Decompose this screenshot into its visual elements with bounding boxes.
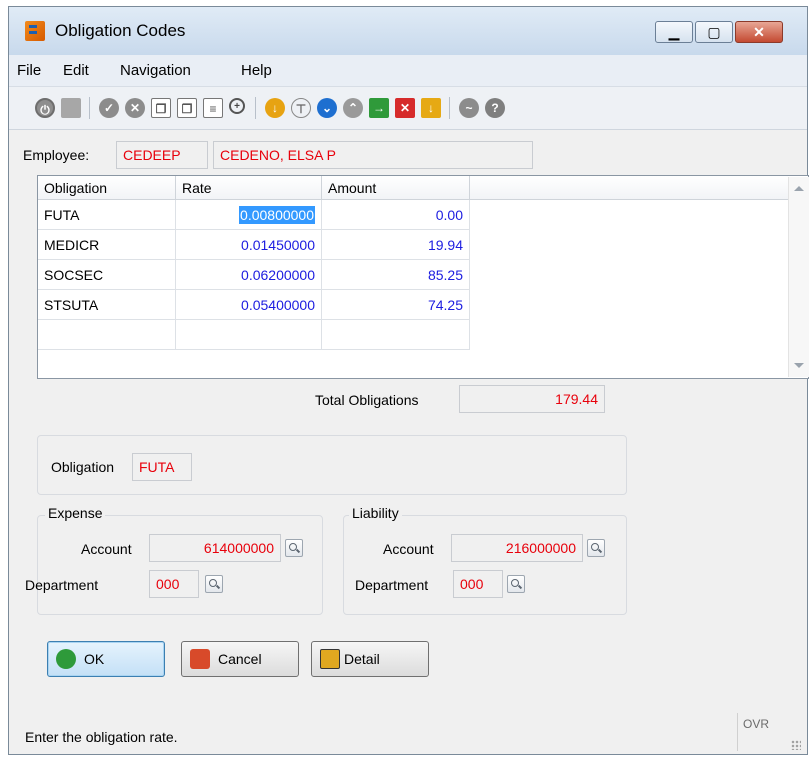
grid-cell-amount[interactable]: 0.00 — [322, 200, 470, 230]
grid-cell-rate[interactable]: 0.00800000 — [176, 200, 322, 230]
grid-cell-amount[interactable]: 19.94 — [322, 230, 470, 260]
power-icon[interactable]: ⏻ — [35, 98, 55, 118]
liability-account-field[interactable]: 216000000 — [451, 534, 583, 562]
column-header-rate[interactable]: Rate — [176, 176, 322, 200]
obligation-field[interactable]: FUTA — [132, 453, 192, 481]
window-title: Obligation Codes — [55, 21, 186, 40]
liability-department-field[interactable]: 000 — [453, 570, 503, 598]
expense-department-label: Department — [25, 577, 99, 593]
liability-department-label: Department — [355, 577, 429, 593]
cancel-button-label: Cancel — [218, 651, 262, 667]
detail-button[interactable]: Detail — [311, 641, 429, 677]
toolbar: ⏻ ✓ ✕ ❐ ❐ ≡ + ↓ ⊤ ⌄ ⌃ → ✕ ↓ ~ ? — [9, 87, 807, 130]
grid-scrollbar[interactable] — [788, 177, 809, 377]
detail-icon — [320, 649, 340, 669]
obligation-label: Obligation — [51, 459, 115, 475]
obligations-grid[interactable]: Obligation Rate Amount FUTA 0.00800000 0… — [37, 175, 809, 379]
ok-button-label: OK — [84, 651, 105, 667]
grid-cell-rate[interactable]: 0.05400000 — [176, 290, 322, 320]
column-header-obligation[interactable]: Obligation — [38, 176, 176, 200]
menu-bar: File Edit Navigation Help — [9, 55, 807, 87]
employee-name-field: CEDENO, ELSA P — [213, 141, 533, 169]
menu-navigation[interactable]: Navigation — [120, 62, 191, 79]
help-icon[interactable]: ? — [485, 98, 505, 118]
ok-button[interactable]: OK — [47, 641, 165, 677]
scroll-down-arrow-icon[interactable] — [794, 363, 804, 368]
liability-group-title: Liability — [349, 505, 402, 521]
cancel-icon — [190, 649, 210, 669]
close-button[interactable]: ✕ — [735, 21, 783, 43]
grid-cell-amount[interactable]: 85.25 — [322, 260, 470, 290]
grid-cell-rate[interactable]: 0.06200000 — [176, 260, 322, 290]
maximize-icon: ▢ — [707, 24, 721, 40]
grid-cell-obligation[interactable]: FUTA — [38, 200, 176, 230]
column-header-empty — [470, 176, 788, 200]
employee-label: Employee: — [23, 147, 90, 163]
app-icon — [25, 21, 45, 41]
export-icon[interactable]: ↓ — [421, 98, 441, 118]
menu-file[interactable]: File — [17, 62, 41, 79]
window-icon[interactable] — [61, 98, 81, 118]
obligation-codes-window: Obligation Codes ▁ ▢ ✕ File Edit Navigat… — [8, 6, 809, 755]
expense-group — [37, 515, 323, 615]
expense-department-field[interactable]: 000 — [149, 570, 199, 598]
maximize-button[interactable]: ▢ — [695, 21, 733, 43]
toolbar-separator — [89, 97, 90, 119]
rate-selected-value[interactable]: 0.00800000 — [239, 206, 315, 224]
check-icon — [56, 649, 76, 669]
minimize-icon: ▁ — [668, 24, 680, 40]
expense-group-title: Expense — [45, 505, 106, 521]
delete-icon[interactable]: ✕ — [395, 98, 415, 118]
cancel-icon[interactable]: ✕ — [125, 98, 145, 118]
toolbar-separator — [255, 97, 256, 119]
minimize-button[interactable]: ▁ — [655, 21, 693, 43]
total-obligations-value: 179.44 — [459, 385, 605, 413]
overwrite-mode-indicator: OVR — [737, 713, 774, 751]
chart-icon[interactable]: ~ — [459, 98, 479, 118]
grid-empty-row-cell[interactable] — [322, 320, 470, 350]
toolbar-separator — [449, 97, 450, 119]
grid-cell-obligation[interactable]: SOCSEC — [38, 260, 176, 290]
obligation-panel — [37, 435, 627, 495]
close-icon: ✕ — [753, 24, 765, 40]
expense-account-field[interactable]: 614000000 — [149, 534, 281, 562]
liability-group — [343, 515, 627, 615]
document-icon[interactable]: ≡ — [203, 98, 223, 118]
grid-cell-obligation[interactable]: MEDICR — [38, 230, 176, 260]
zoom-icon[interactable]: + — [229, 98, 245, 114]
title-bar[interactable]: Obligation Codes ▁ ▢ ✕ — [9, 7, 807, 55]
status-message: Enter the obligation rate. — [25, 729, 178, 745]
detail-button-label: Detail — [344, 651, 380, 667]
scroll-up-arrow-icon[interactable] — [794, 186, 804, 191]
grid-cell-amount[interactable]: 74.25 — [322, 290, 470, 320]
expense-department-search-icon[interactable] — [205, 575, 223, 593]
grid-empty-row-cell[interactable] — [38, 320, 176, 350]
liability-account-label: Account — [383, 541, 434, 557]
menu-help[interactable]: Help — [241, 62, 272, 79]
grid-empty-row-cell[interactable] — [176, 320, 322, 350]
liability-department-search-icon[interactable] — [507, 575, 525, 593]
cancel-button[interactable]: Cancel — [181, 641, 299, 677]
resize-grip-icon[interactable] — [791, 740, 801, 750]
scroll-up-icon[interactable]: ⌃ — [343, 98, 363, 118]
liability-account-search-icon[interactable] — [587, 539, 605, 557]
total-obligations-label: Total Obligations — [315, 392, 419, 408]
import-icon[interactable]: → — [369, 98, 389, 118]
check-icon[interactable]: ✓ — [99, 98, 119, 118]
menu-edit[interactable]: Edit — [63, 62, 89, 79]
paste-icon[interactable]: ❐ — [177, 98, 197, 118]
download-icon[interactable]: ↓ — [265, 98, 285, 118]
copy-icon[interactable]: ❐ — [151, 98, 171, 118]
employee-code-field[interactable]: CEDEEP — [116, 141, 208, 169]
grid-cell-rate[interactable]: 0.01450000 — [176, 230, 322, 260]
expense-account-search-icon[interactable] — [285, 539, 303, 557]
filter-icon[interactable]: ⊤ — [291, 98, 311, 118]
scroll-down-icon[interactable]: ⌄ — [317, 98, 337, 118]
column-header-amount[interactable]: Amount — [322, 176, 470, 200]
expense-account-label: Account — [81, 541, 132, 557]
status-bar: Enter the obligation rate. OVR — [9, 713, 807, 754]
grid-cell-obligation[interactable]: STSUTA — [38, 290, 176, 320]
